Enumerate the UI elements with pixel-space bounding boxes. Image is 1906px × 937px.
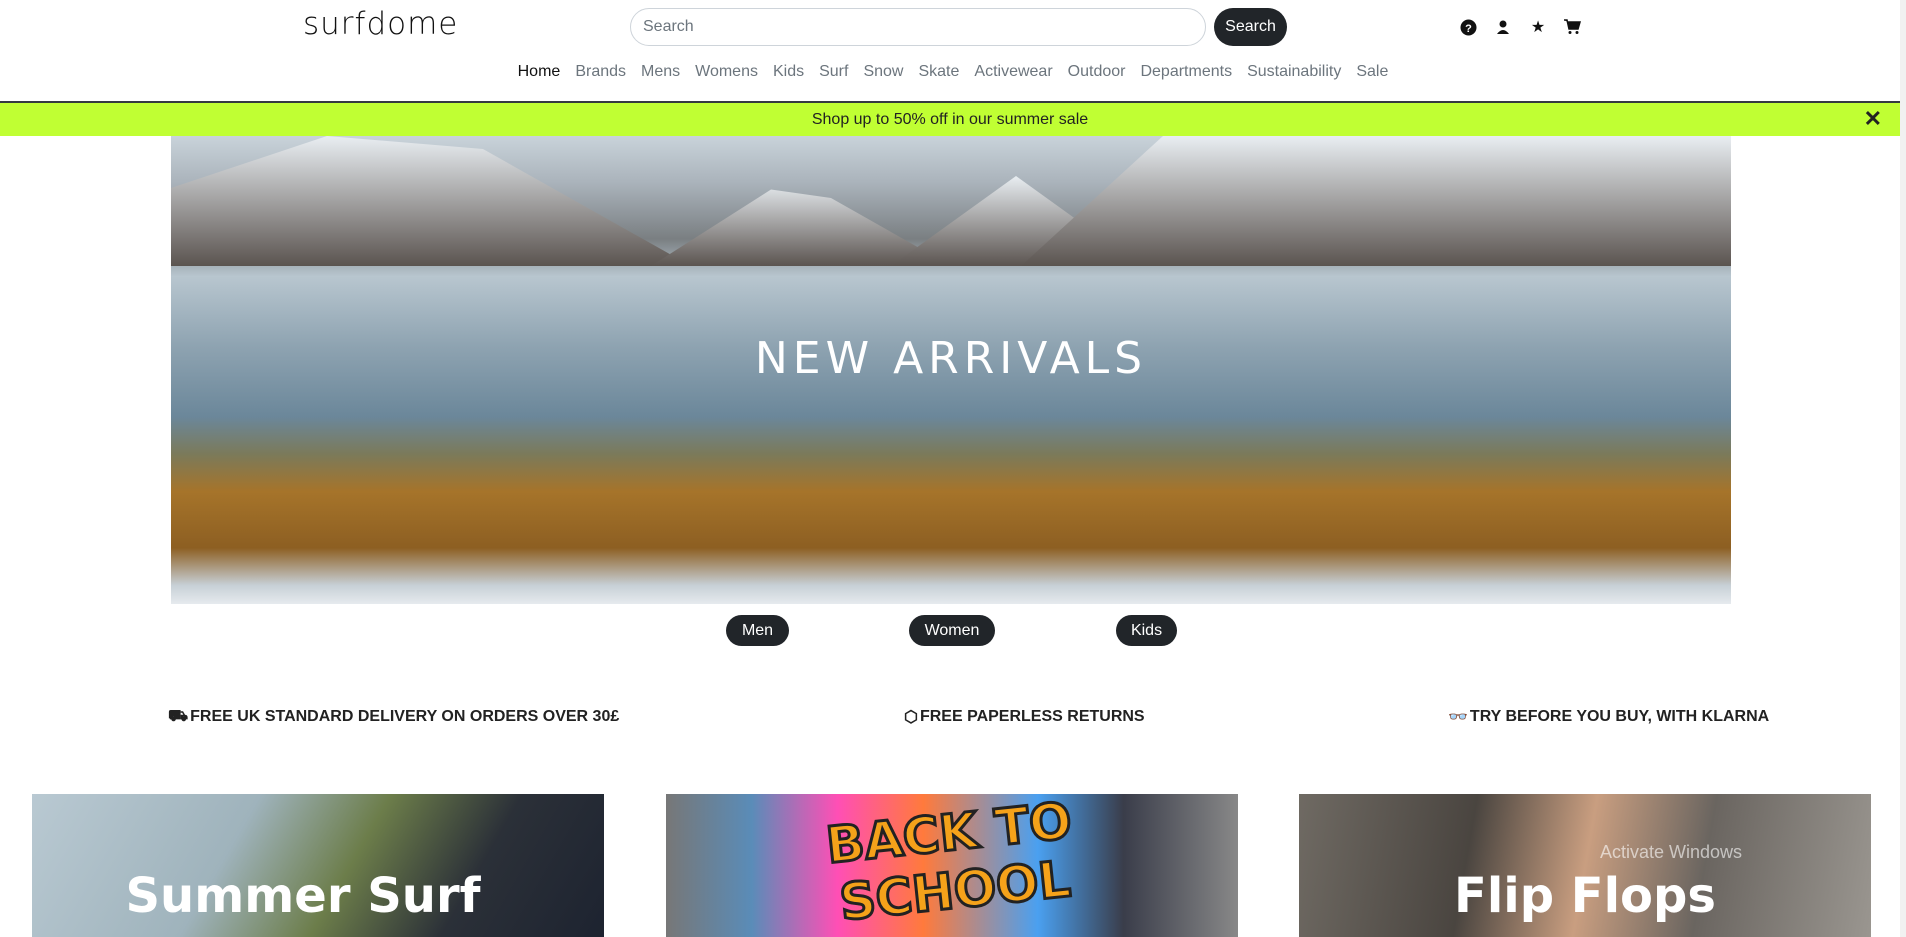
card-summer-surf[interactable]: Summer Surf: [32, 794, 604, 937]
account-icon[interactable]: [1493, 17, 1513, 37]
nav-brands[interactable]: Brands: [575, 63, 626, 81]
hero-title: NEW ARRIVALS: [754, 333, 1148, 384]
main-nav: Home Brands Mens Womens Kids Surf Snow S…: [0, 63, 1906, 81]
search-input[interactable]: [630, 8, 1206, 46]
nav-mens[interactable]: Mens: [641, 63, 680, 81]
nav-skate[interactable]: Skate: [918, 63, 959, 81]
wishlist-star-icon[interactable]: ★: [1528, 17, 1548, 37]
nav-departments[interactable]: Departments: [1140, 63, 1232, 81]
windows-watermark: Activate Windows: [1600, 842, 1743, 862]
close-icon[interactable]: ✕: [1864, 106, 1882, 132]
nav-kids[interactable]: Kids: [773, 63, 804, 81]
nav-snow[interactable]: Snow: [863, 63, 903, 81]
box-icon: ⬡: [904, 709, 918, 726]
cart-icon[interactable]: [1562, 17, 1582, 37]
nav-outdoor[interactable]: Outdoor: [1068, 63, 1126, 81]
feature-returns: ⬡ FREE PAPERLESS RETURNS: [904, 708, 1145, 726]
card-flip-flops[interactable]: Flip Flops: [1299, 794, 1871, 937]
hero-banner[interactable]: NEW ARRIVALS: [171, 136, 1731, 604]
truck-icon: ⛟: [168, 708, 189, 725]
nav-sale[interactable]: Sale: [1356, 63, 1388, 81]
surfdome-logo[interactable]: surfdome: [303, 6, 458, 42]
search-button[interactable]: Search: [1214, 8, 1287, 46]
shop-men-button[interactable]: Men: [726, 615, 789, 646]
feature-klarna: 👓 TRY BEFORE YOU BUY, WITH KLARNA: [1448, 708, 1770, 726]
glasses-icon: 👓: [1448, 709, 1468, 726]
promo-text[interactable]: Shop up to 50% off in our summer sale: [812, 111, 1088, 129]
nav-activewear[interactable]: Activewear: [974, 63, 1052, 81]
help-icon[interactable]: ?: [1458, 17, 1478, 37]
shop-kids-button[interactable]: Kids: [1116, 615, 1177, 646]
page-scrollbar[interactable]: [1900, 0, 1906, 937]
svg-text:?: ?: [1465, 23, 1472, 35]
card-back-to-school[interactable]: BACK TO SCHOOL: [666, 794, 1238, 937]
shop-women-button[interactable]: Women: [909, 615, 995, 646]
nav-home[interactable]: Home: [518, 63, 561, 81]
promo-banner[interactable]: Shop up to 50% off in our summer sale: [0, 103, 1900, 136]
nav-sustainability[interactable]: Sustainability: [1247, 63, 1341, 81]
feature-delivery: ⛟ FREE UK STANDARD DELIVERY ON ORDERS OVE…: [168, 708, 620, 725]
nav-womens[interactable]: Womens: [695, 63, 758, 81]
nav-surf[interactable]: Surf: [819, 63, 848, 81]
